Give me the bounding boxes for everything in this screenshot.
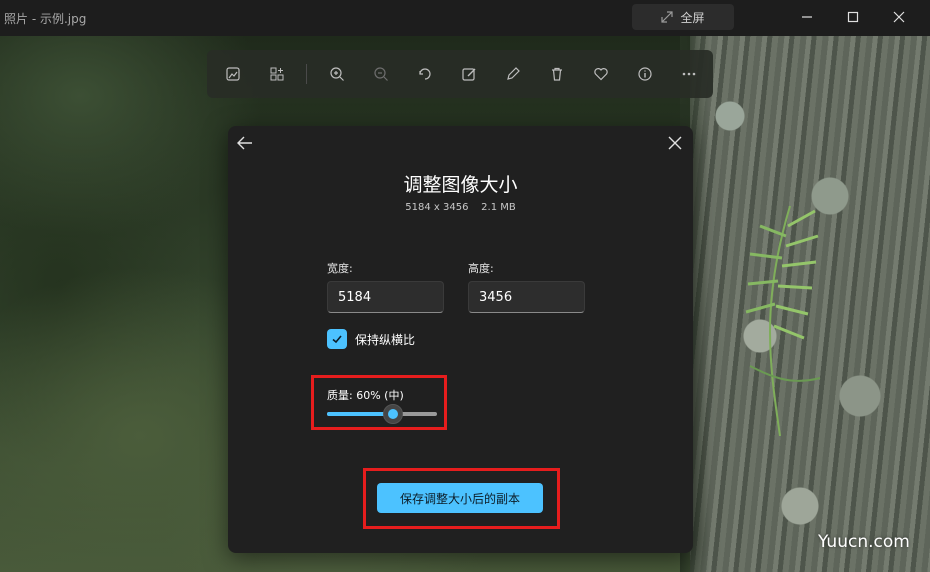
- photos-app-window: 照片 - 示例.jpg 全屏 调整图像大小 5184 x 3456 2.1 MB…: [0, 0, 930, 572]
- keep-aspect-ratio-label: 保持纵横比: [355, 333, 416, 347]
- image-button[interactable]: [221, 62, 245, 86]
- maximize-icon: [847, 11, 859, 23]
- delete-icon: [552, 67, 562, 81]
- image-icon: [226, 67, 240, 81]
- height-label: 高度:: [468, 262, 494, 275]
- apps-icon: [270, 67, 284, 81]
- zoom-in-button[interactable]: [325, 62, 349, 86]
- favorite-heart-icon: [594, 68, 608, 81]
- width-label: 宽度:: [327, 262, 353, 275]
- close-window-button[interactable]: [876, 4, 922, 30]
- info-button[interactable]: [633, 62, 657, 86]
- fullscreen-button[interactable]: 全屏: [632, 4, 734, 30]
- image-toolbar: [207, 50, 713, 98]
- rotate-button[interactable]: [413, 62, 437, 86]
- minimize-button[interactable]: [784, 4, 830, 30]
- apps-button[interactable]: [265, 62, 289, 86]
- annotation-box-quality: [311, 375, 447, 430]
- keep-aspect-ratio-checkbox[interactable]: [327, 329, 347, 349]
- favorite-button[interactable]: [589, 62, 613, 86]
- maximize-button[interactable]: [830, 4, 876, 30]
- draw-icon: [507, 67, 520, 80]
- arrow-left-icon: [237, 136, 252, 150]
- width-input[interactable]: [327, 281, 444, 313]
- info-icon: [638, 67, 652, 81]
- annotation-box-save: [363, 468, 560, 529]
- close-icon: [668, 136, 682, 150]
- window-title: 照片 - 示例.jpg: [4, 12, 87, 26]
- back-button[interactable]: [234, 132, 256, 154]
- rotate-icon: [419, 68, 431, 80]
- edit-image-icon: [462, 68, 476, 81]
- height-input[interactable]: [468, 281, 585, 313]
- checkmark-icon: [332, 335, 342, 344]
- photo-fern-leaves: [745, 205, 821, 436]
- close-dialog-button[interactable]: [664, 132, 686, 154]
- watermark-text: Yuucn.com: [818, 532, 910, 552]
- delete-button[interactable]: [545, 62, 569, 86]
- dialog-title: 调整图像大小: [403, 174, 518, 196]
- close-icon: [893, 11, 905, 23]
- more-icon: [682, 72, 696, 76]
- more-button[interactable]: [677, 62, 701, 86]
- edit-image-button[interactable]: [457, 62, 481, 86]
- zoom-out-button[interactable]: [369, 62, 393, 86]
- image-dimensions-info: 5184 x 3456 2.1 MB: [405, 202, 516, 213]
- minimize-icon: [802, 16, 812, 18]
- expand-icon: [661, 11, 674, 23]
- draw-button[interactable]: [501, 62, 525, 86]
- zoom-out-icon: [374, 67, 388, 81]
- toolbar-separator: [306, 64, 307, 84]
- title-bar: 照片 - 示例.jpg 全屏: [0, 0, 930, 36]
- zoom-in-icon: [330, 67, 344, 81]
- fullscreen-label: 全屏: [680, 10, 705, 25]
